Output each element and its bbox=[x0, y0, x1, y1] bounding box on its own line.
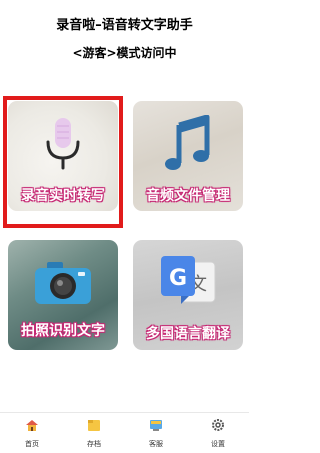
bottom-nav: 首页 存档 客服 设置 bbox=[0, 412, 249, 453]
music-note-icon bbox=[165, 115, 210, 170]
gear-icon bbox=[212, 419, 224, 431]
nav-label: 客服 bbox=[149, 440, 163, 448]
nav-label: 首页 bbox=[25, 440, 39, 448]
google-translate-icon: 文 G bbox=[161, 256, 216, 304]
nav-label: 存档 bbox=[87, 440, 101, 448]
nav-label: 设置 bbox=[211, 440, 225, 448]
tile-translation[interactable]: 文 G 多国语言翻译 bbox=[133, 240, 243, 350]
header-title: 录音啦–语音转文字助手 bbox=[56, 18, 193, 33]
customer-service-icon bbox=[150, 420, 162, 431]
svg-text:G: G bbox=[169, 266, 187, 291]
nav-item-archive[interactable]: 存档 bbox=[63, 413, 125, 453]
tile-photo-ocr[interactable]: 拍照识别文字 bbox=[8, 240, 118, 350]
nav-item-home[interactable]: 首页 bbox=[1, 413, 63, 453]
selection-highlight bbox=[3, 96, 123, 228]
tile-audio-files[interactable]: 音频文件管理 bbox=[133, 101, 243, 211]
archive-icon bbox=[88, 420, 100, 431]
camera-icon bbox=[35, 262, 91, 304]
tile-label: 音频文件管理 bbox=[146, 188, 230, 204]
nav-item-customer-service[interactable]: 客服 bbox=[125, 413, 187, 453]
nav-item-settings[interactable]: 设置 bbox=[187, 413, 249, 453]
tile-label: 多国语言翻译 bbox=[146, 326, 230, 342]
mode-status: <游客>模式访问中 bbox=[72, 46, 177, 60]
tile-label: 拍照识别文字 bbox=[21, 323, 105, 339]
home-icon bbox=[26, 420, 38, 431]
